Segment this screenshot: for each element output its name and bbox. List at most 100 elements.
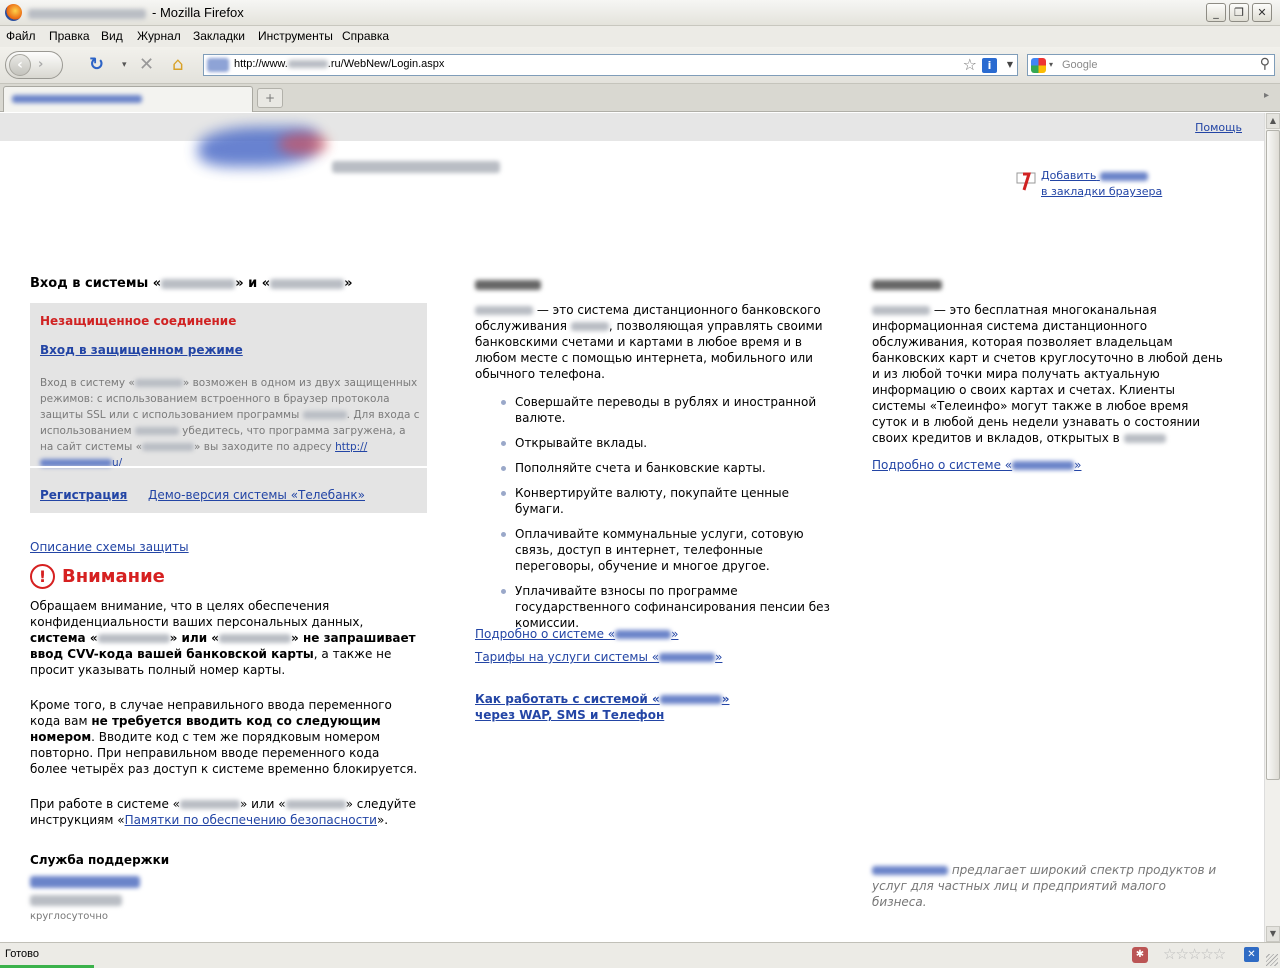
status-text: Готово bbox=[5, 948, 39, 960]
scroll-up-button[interactable]: ▲ bbox=[1266, 113, 1280, 129]
attention-text: Внимание bbox=[62, 566, 165, 587]
redacted-text bbox=[285, 800, 346, 809]
search-bar[interactable]: ▾ Google ⚲ bbox=[1027, 54, 1275, 76]
engine-dropdown-icon[interactable]: ▾ bbox=[1049, 60, 1053, 69]
attention-paragraph-2: Кроме того, в случае неправильного ввода… bbox=[30, 698, 418, 776]
bookmark-link-line1[interactable]: Добавить bbox=[1041, 169, 1148, 182]
redacted-text bbox=[134, 379, 183, 387]
google-icon[interactable] bbox=[1031, 58, 1046, 73]
right-intro: — это бесплатная многоканальная информац… bbox=[872, 303, 1223, 445]
redacted-text bbox=[219, 634, 292, 643]
login-description: Вход в систему «» возможен в одном из дв… bbox=[40, 377, 420, 469]
addon-extension-icon[interactable]: ✕ bbox=[1244, 947, 1259, 962]
window-controls: _ ❐ ✕ bbox=[1206, 3, 1272, 22]
home-icon[interactable]: ⌂ bbox=[172, 55, 183, 75]
redacted-text bbox=[1099, 171, 1148, 181]
close-button[interactable]: ✕ bbox=[1252, 3, 1272, 22]
rating-stars-icon[interactable]: ☆☆☆☆☆ bbox=[1163, 945, 1226, 963]
middle-intro: — это система дистанционного банковского… bbox=[475, 303, 823, 381]
redacted-text bbox=[12, 95, 142, 103]
redacted-text bbox=[28, 8, 146, 19]
vertical-scrollbar[interactable]: ▲ ▼ bbox=[1264, 113, 1280, 942]
menu-history[interactable]: Журнал bbox=[137, 29, 181, 43]
register-link[interactable]: Регистрация bbox=[40, 488, 127, 502]
redacted-text bbox=[872, 306, 930, 315]
new-tab-button[interactable]: + bbox=[257, 88, 283, 108]
bookmark-star-icon[interactable]: ☆ bbox=[963, 55, 977, 74]
list-item: Открывайте вклады. bbox=[500, 435, 830, 451]
history-dropdown-icon[interactable]: ▾ bbox=[122, 55, 127, 75]
redacted-text bbox=[659, 695, 722, 704]
system-details-link[interactable]: Подробно о системе «» bbox=[475, 627, 678, 641]
site-favicon bbox=[207, 58, 229, 72]
url-dropdown-icon[interactable]: ▼ bbox=[1007, 60, 1013, 69]
tab-active[interactable] bbox=[3, 86, 253, 112]
features-list: Совершайте переводы в рублях и иностранн… bbox=[500, 394, 830, 640]
menu-file[interactable]: Файл bbox=[6, 29, 36, 43]
help-link[interactable]: Помощь bbox=[1195, 121, 1242, 134]
redacted-text bbox=[302, 411, 347, 419]
menu-edit[interactable]: Правка bbox=[49, 29, 90, 43]
tab-bar: + ▸ bbox=[0, 84, 1280, 112]
middle-heading bbox=[475, 280, 541, 290]
list-item: Конвертируйте валюту, покупайте ценные б… bbox=[500, 485, 830, 517]
header-strip: Помощь bbox=[0, 113, 1264, 141]
demo-link[interactable]: Демо-версия системы «Телебанк» bbox=[148, 488, 365, 502]
info-details-link[interactable]: Подробно о системе «» bbox=[872, 458, 1081, 472]
menu-bookmarks[interactable]: Закладки bbox=[193, 29, 245, 43]
security-scheme-link[interactable]: Описание схемы защиты bbox=[30, 540, 189, 554]
tariffs-link[interactable]: Тарифы на услуги системы «» bbox=[475, 650, 722, 664]
support-phone-secondary bbox=[30, 895, 122, 906]
list-item: Оплачивайте коммунальные услуги, сотовую… bbox=[500, 526, 830, 574]
login-title: Вход в системы «» и «» bbox=[30, 276, 353, 291]
menu-help[interactable]: Справка bbox=[342, 29, 389, 43]
redacted-text bbox=[142, 443, 195, 451]
search-icon[interactable]: ⚲ bbox=[1260, 56, 1270, 72]
bookmark-link-line2[interactable]: в закладки браузера bbox=[1041, 185, 1162, 198]
addon-bug-icon[interactable]: ✱ bbox=[1132, 947, 1148, 963]
window-titlebar: - Mozilla Firefox _ ❐ ✕ bbox=[0, 0, 1280, 26]
redacted-text bbox=[570, 322, 609, 331]
reload-icon[interactable]: ↻ bbox=[89, 55, 104, 75]
scroll-down-button[interactable]: ▼ bbox=[1266, 926, 1280, 942]
bank-logo bbox=[198, 127, 338, 177]
attention-paragraph-1: Обращаем внимание, что в целях обеспечен… bbox=[30, 599, 416, 677]
back-button[interactable]: ‹ bbox=[9, 54, 31, 76]
redacted-text bbox=[97, 634, 170, 643]
support-hours: круглосуточно bbox=[30, 911, 108, 922]
list-item: Совершайте переводы в рублях и иностранн… bbox=[500, 394, 830, 426]
menu-view[interactable]: Вид bbox=[101, 29, 123, 43]
redacted-text bbox=[270, 278, 345, 289]
stop-icon[interactable]: ✕ bbox=[139, 55, 154, 75]
page-content: Помощь Добавить в закладки браузера Вход… bbox=[0, 113, 1264, 942]
list-item: Уплачивайте взносы по программе государс… bbox=[500, 583, 830, 631]
bookmark-add-icon bbox=[1016, 172, 1036, 191]
site-info-icon[interactable]: i bbox=[982, 58, 997, 73]
menu-tools[interactable]: Инструменты bbox=[258, 29, 333, 43]
tab-list-icon[interactable]: ▸ bbox=[1264, 90, 1274, 104]
address-bar[interactable]: http://www. .ru/WebNew/Login.aspx ☆ i ▼ bbox=[203, 54, 1018, 76]
forward-button[interactable]: › bbox=[38, 57, 43, 72]
redacted-text bbox=[180, 800, 240, 809]
window-title: - Mozilla Firefox bbox=[28, 5, 244, 20]
right-heading bbox=[872, 280, 942, 290]
navigation-toolbar: ‹ › ↻ ▾ ✕ ⌂ http://www. .ru/WebNew/Login.… bbox=[0, 47, 1280, 84]
status-bar: Готово ✱ ☆☆☆☆☆ ✕ bbox=[0, 942, 1280, 968]
minimize-button[interactable]: _ bbox=[1206, 3, 1226, 22]
redacted-text bbox=[287, 60, 328, 69]
login-box: Незащищенное соединение Вход в защищенно… bbox=[30, 303, 427, 513]
maximize-button[interactable]: ❐ bbox=[1229, 3, 1249, 22]
back-forward-group: ‹ › bbox=[5, 51, 63, 79]
resize-grip[interactable] bbox=[1266, 954, 1278, 966]
wap-sms-phone-link[interactable]: Как работать с системой «» через WAP, SM… bbox=[475, 691, 730, 723]
redacted-text bbox=[659, 653, 716, 662]
insecure-connection-label: Незащищенное соединение bbox=[40, 314, 237, 328]
firefox-icon bbox=[5, 4, 22, 21]
list-item: Пополняйте счета и банковские карты. bbox=[500, 460, 830, 476]
security-memo-link[interactable]: Памятки по обеспечению безопасности bbox=[125, 813, 377, 827]
secure-login-link[interactable]: Вход в защищенном режиме bbox=[40, 343, 243, 357]
redacted-text bbox=[134, 427, 179, 435]
warning-icon: ! bbox=[30, 564, 55, 589]
scroll-thumb[interactable] bbox=[1266, 130, 1280, 780]
box-divider bbox=[30, 466, 427, 468]
